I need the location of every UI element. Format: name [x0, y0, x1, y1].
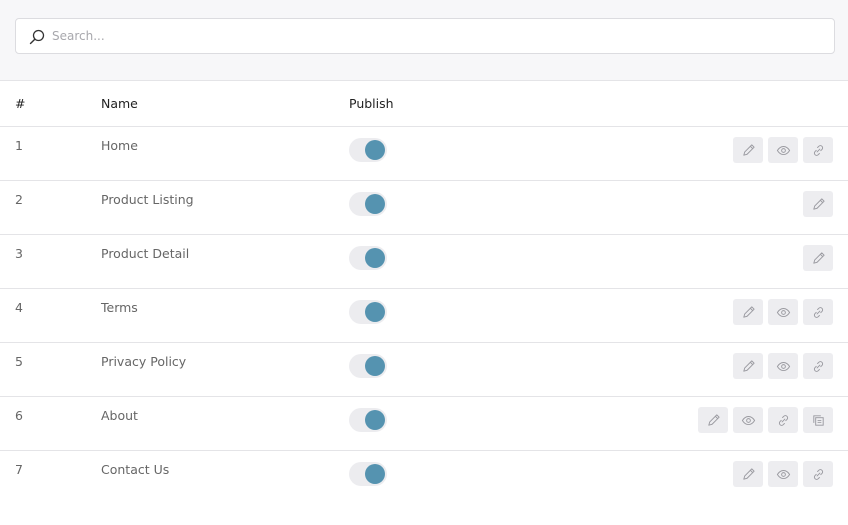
publish-toggle[interactable]: [349, 462, 387, 486]
row-name: Privacy Policy: [101, 354, 187, 369]
link-icon: [811, 305, 826, 320]
copy-icon: [811, 413, 826, 428]
publish-toggle[interactable]: [349, 246, 387, 270]
row-actions: [733, 137, 833, 163]
edit-button[interactable]: [803, 191, 833, 217]
link-button[interactable]: [803, 299, 833, 325]
copy-button[interactable]: [803, 407, 833, 433]
table-row: 6 About: [0, 397, 848, 451]
edit-button[interactable]: [733, 137, 763, 163]
publish-toggle[interactable]: [349, 354, 387, 378]
search-icon: [28, 28, 46, 46]
pencil-icon: [741, 467, 756, 482]
toggle-knob: [365, 140, 385, 160]
eye-icon: [776, 359, 791, 374]
link-icon: [811, 359, 826, 374]
toggle-knob: [365, 248, 385, 268]
row-name: About: [101, 408, 138, 423]
row-name: Contact Us: [101, 462, 170, 477]
toggle-knob: [365, 410, 385, 430]
link-icon: [776, 413, 791, 428]
view-button[interactable]: [733, 407, 763, 433]
view-button[interactable]: [768, 299, 798, 325]
table-body: 1 Home 2 Product Listing 3 Product Detail 4 Ter…: [0, 127, 848, 505]
row-number: 7: [15, 462, 23, 477]
toggle-knob: [365, 302, 385, 322]
column-header-name: Name: [101, 96, 138, 111]
publish-toggle[interactable]: [349, 300, 387, 324]
row-actions: [803, 245, 833, 271]
edit-button[interactable]: [733, 353, 763, 379]
column-header-publish: Publish: [349, 96, 394, 111]
row-actions: [733, 353, 833, 379]
view-button[interactable]: [768, 353, 798, 379]
eye-icon: [776, 143, 791, 158]
pencil-icon: [741, 359, 756, 374]
row-number: 6: [15, 408, 23, 423]
table-row: 3 Product Detail: [0, 235, 848, 289]
table-row: 2 Product Listing: [0, 181, 848, 235]
publish-toggle[interactable]: [349, 138, 387, 162]
pages-table: # Name Publish 1 Home 2 Product Listing 3 Pro…: [0, 81, 848, 505]
search-bar-area: [0, 0, 848, 81]
search-input[interactable]: [52, 19, 822, 53]
row-name: Product Listing: [101, 192, 194, 207]
link-icon: [811, 143, 826, 158]
toggle-knob: [365, 356, 385, 376]
eye-icon: [776, 305, 791, 320]
row-actions: [733, 299, 833, 325]
pencil-icon: [706, 413, 721, 428]
row-number: 3: [15, 246, 23, 261]
row-actions: [803, 191, 833, 217]
row-actions: [733, 461, 833, 487]
eye-icon: [741, 413, 756, 428]
row-actions: [698, 407, 833, 433]
column-header-number: #: [15, 96, 26, 111]
row-name: Terms: [101, 300, 138, 315]
row-name: Home: [101, 138, 138, 153]
row-number: 5: [15, 354, 23, 369]
publish-toggle[interactable]: [349, 192, 387, 216]
link-button[interactable]: [768, 407, 798, 433]
search-box[interactable]: [15, 18, 835, 54]
view-button[interactable]: [768, 461, 798, 487]
row-number: 4: [15, 300, 23, 315]
link-button[interactable]: [803, 137, 833, 163]
table-row: 7 Contact Us: [0, 451, 848, 505]
table-row: 1 Home: [0, 127, 848, 181]
table-row: 4 Terms: [0, 289, 848, 343]
table-row: 5 Privacy Policy: [0, 343, 848, 397]
edit-button[interactable]: [733, 461, 763, 487]
edit-button[interactable]: [698, 407, 728, 433]
link-icon: [811, 467, 826, 482]
edit-button[interactable]: [733, 299, 763, 325]
pencil-icon: [741, 143, 756, 158]
pencil-icon: [811, 197, 826, 212]
view-button[interactable]: [768, 137, 798, 163]
edit-button[interactable]: [803, 245, 833, 271]
pencil-icon: [741, 305, 756, 320]
link-button[interactable]: [803, 353, 833, 379]
publish-toggle[interactable]: [349, 408, 387, 432]
table-header: # Name Publish: [0, 81, 848, 127]
eye-icon: [776, 467, 791, 482]
link-button[interactable]: [803, 461, 833, 487]
row-number: 1: [15, 138, 23, 153]
toggle-knob: [365, 464, 385, 484]
row-number: 2: [15, 192, 23, 207]
toggle-knob: [365, 194, 385, 214]
pencil-icon: [811, 251, 826, 266]
row-name: Product Detail: [101, 246, 190, 261]
